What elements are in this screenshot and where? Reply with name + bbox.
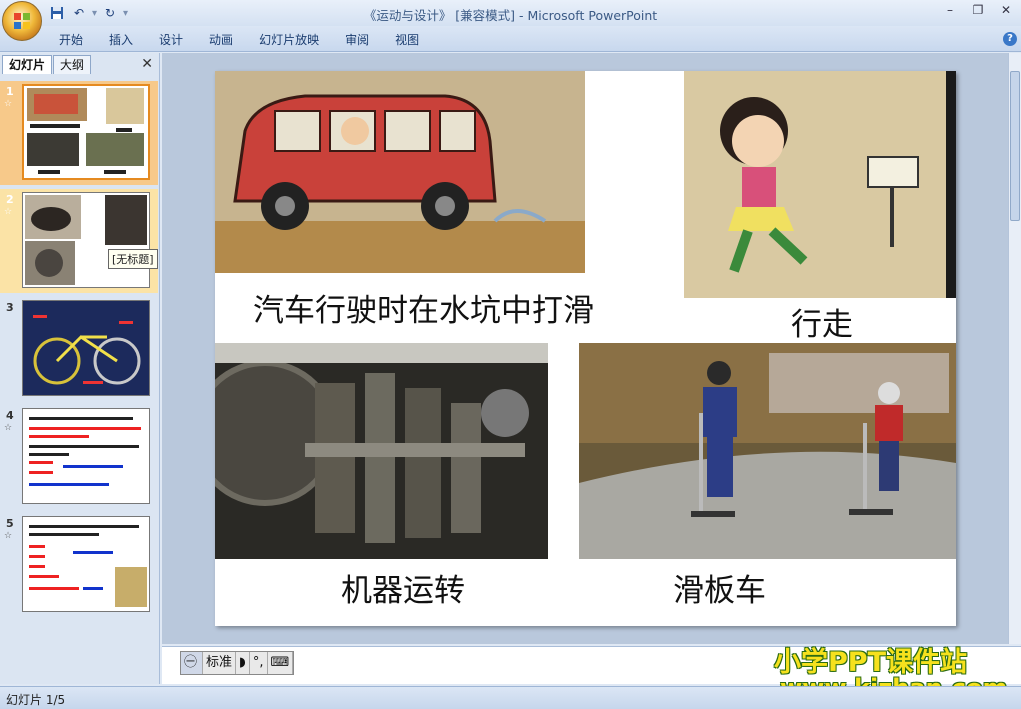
slide-number: 3 xyxy=(6,301,14,314)
office-button[interactable] xyxy=(2,1,42,41)
window-title: 《运动与设计》 [兼容模式] - Microsoft PowerPoint xyxy=(363,8,658,23)
undo-dropdown-icon[interactable]: ▾ xyxy=(92,8,97,19)
ime-toolbar: ㊀ 标准 ◗ °, ⌨ xyxy=(180,651,295,675)
scrollbar-thumb[interactable] xyxy=(1010,71,1020,221)
close-panel-icon[interactable]: ✕ xyxy=(141,56,153,72)
caption-scooter: 滑板车 xyxy=(673,573,766,609)
walking-girl-image xyxy=(684,71,956,298)
machine-gears-image xyxy=(215,343,548,559)
quick-access-toolbar: ↶ ▾ ↻ ▾ xyxy=(48,4,128,22)
slide-thumbnail-2[interactable]: 2 ☆ xyxy=(0,189,158,293)
animation-star-icon: ☆ xyxy=(4,207,13,217)
tab-animation[interactable]: 动画 xyxy=(196,31,246,49)
ime-mode-label[interactable]: 标准 xyxy=(203,652,237,674)
ime-input-icon[interactable]: ㊀ xyxy=(181,652,203,674)
animation-star-icon: ☆ xyxy=(4,423,13,433)
animation-star-icon: ☆ xyxy=(4,531,13,541)
caption-walking: 行走 xyxy=(791,307,853,343)
close-icon[interactable]: ✕ xyxy=(997,3,1015,19)
slide-number: 2 xyxy=(6,193,14,206)
office-logo-icon xyxy=(14,13,30,29)
thumbnail-preview xyxy=(22,516,150,612)
redo-icon[interactable]: ↻ xyxy=(101,4,119,22)
slide-thumbnail-list: 1 ☆ 2 ☆ 3 4 ☆ 5 ☆ xyxy=(0,77,158,682)
ime-halfwidth-icon[interactable]: ◗ xyxy=(236,652,250,674)
status-bar: 幻灯片 1/5 xyxy=(0,686,1021,709)
thumbnail-preview xyxy=(22,84,150,180)
slide-number: 1 xyxy=(6,85,14,98)
tab-home[interactable]: 开始 xyxy=(46,31,96,49)
slide-thumbnail-3[interactable]: 3 xyxy=(0,297,158,401)
caption-machine: 机器运转 xyxy=(341,573,465,609)
animation-star-icon: ☆ xyxy=(4,99,13,109)
car-skidding-image xyxy=(215,71,585,273)
slide-thumbnail-1[interactable]: 1 ☆ xyxy=(0,81,158,185)
slide-thumbnail-5[interactable]: 5 ☆ xyxy=(0,513,158,617)
current-slide[interactable]: 汽车行驶时在水坑中打滑 行走 机器运转 滑板车 xyxy=(215,71,956,626)
save-icon[interactable] xyxy=(48,4,66,22)
thumbnail-preview xyxy=(22,408,150,504)
title-bar: ↶ ▾ ↻ ▾ 《运动与设计》 [兼容模式] - Microsoft Power… xyxy=(0,0,1021,26)
tab-design[interactable]: 设计 xyxy=(146,31,196,49)
caption-car-skidding: 汽车行驶时在水坑中打滑 xyxy=(253,293,594,329)
vertical-scrollbar[interactable] xyxy=(1008,53,1021,644)
tab-insert[interactable]: 插入 xyxy=(96,31,146,49)
ribbon: 开始 插入 设计 动画 幻灯片放映 审阅 视图 ? xyxy=(0,26,1021,52)
undo-icon[interactable]: ↶ xyxy=(70,4,88,22)
tab-slideshow[interactable]: 幻灯片放映 xyxy=(246,31,332,49)
customize-toolbar-icon[interactable]: ▾ xyxy=(123,8,128,19)
tab-view[interactable]: 视图 xyxy=(382,31,432,49)
tab-slides[interactable]: 幻灯片 xyxy=(2,55,53,74)
minimize-icon[interactable]: – xyxy=(941,3,959,19)
thumbnail-preview xyxy=(22,192,150,288)
help-icon[interactable]: ? xyxy=(1003,32,1017,46)
ime-punctuation-icon[interactable]: °, xyxy=(250,652,268,674)
slide-counter: 幻灯片 1/5 xyxy=(6,693,66,707)
ime-keyboard-icon[interactable]: ⌨ xyxy=(268,652,294,674)
slides-panel: 幻灯片 大纲 ✕ 1 ☆ 2 ☆ 3 4 ☆ 5 ☆ [无标题] xyxy=(0,53,160,684)
slide-number: 4 xyxy=(6,409,14,422)
slide-thumbnail-4[interactable]: 4 ☆ xyxy=(0,405,158,509)
kids-on-scooters-image xyxy=(579,343,956,559)
thumbnail-tooltip: [无标题] xyxy=(108,249,158,269)
restore-icon[interactable]: ❐ xyxy=(969,3,987,19)
slide-number: 5 xyxy=(6,517,14,530)
thumbnail-preview xyxy=(22,300,150,396)
tab-review[interactable]: 审阅 xyxy=(332,31,382,49)
tab-outline[interactable]: 大纲 xyxy=(53,55,92,74)
